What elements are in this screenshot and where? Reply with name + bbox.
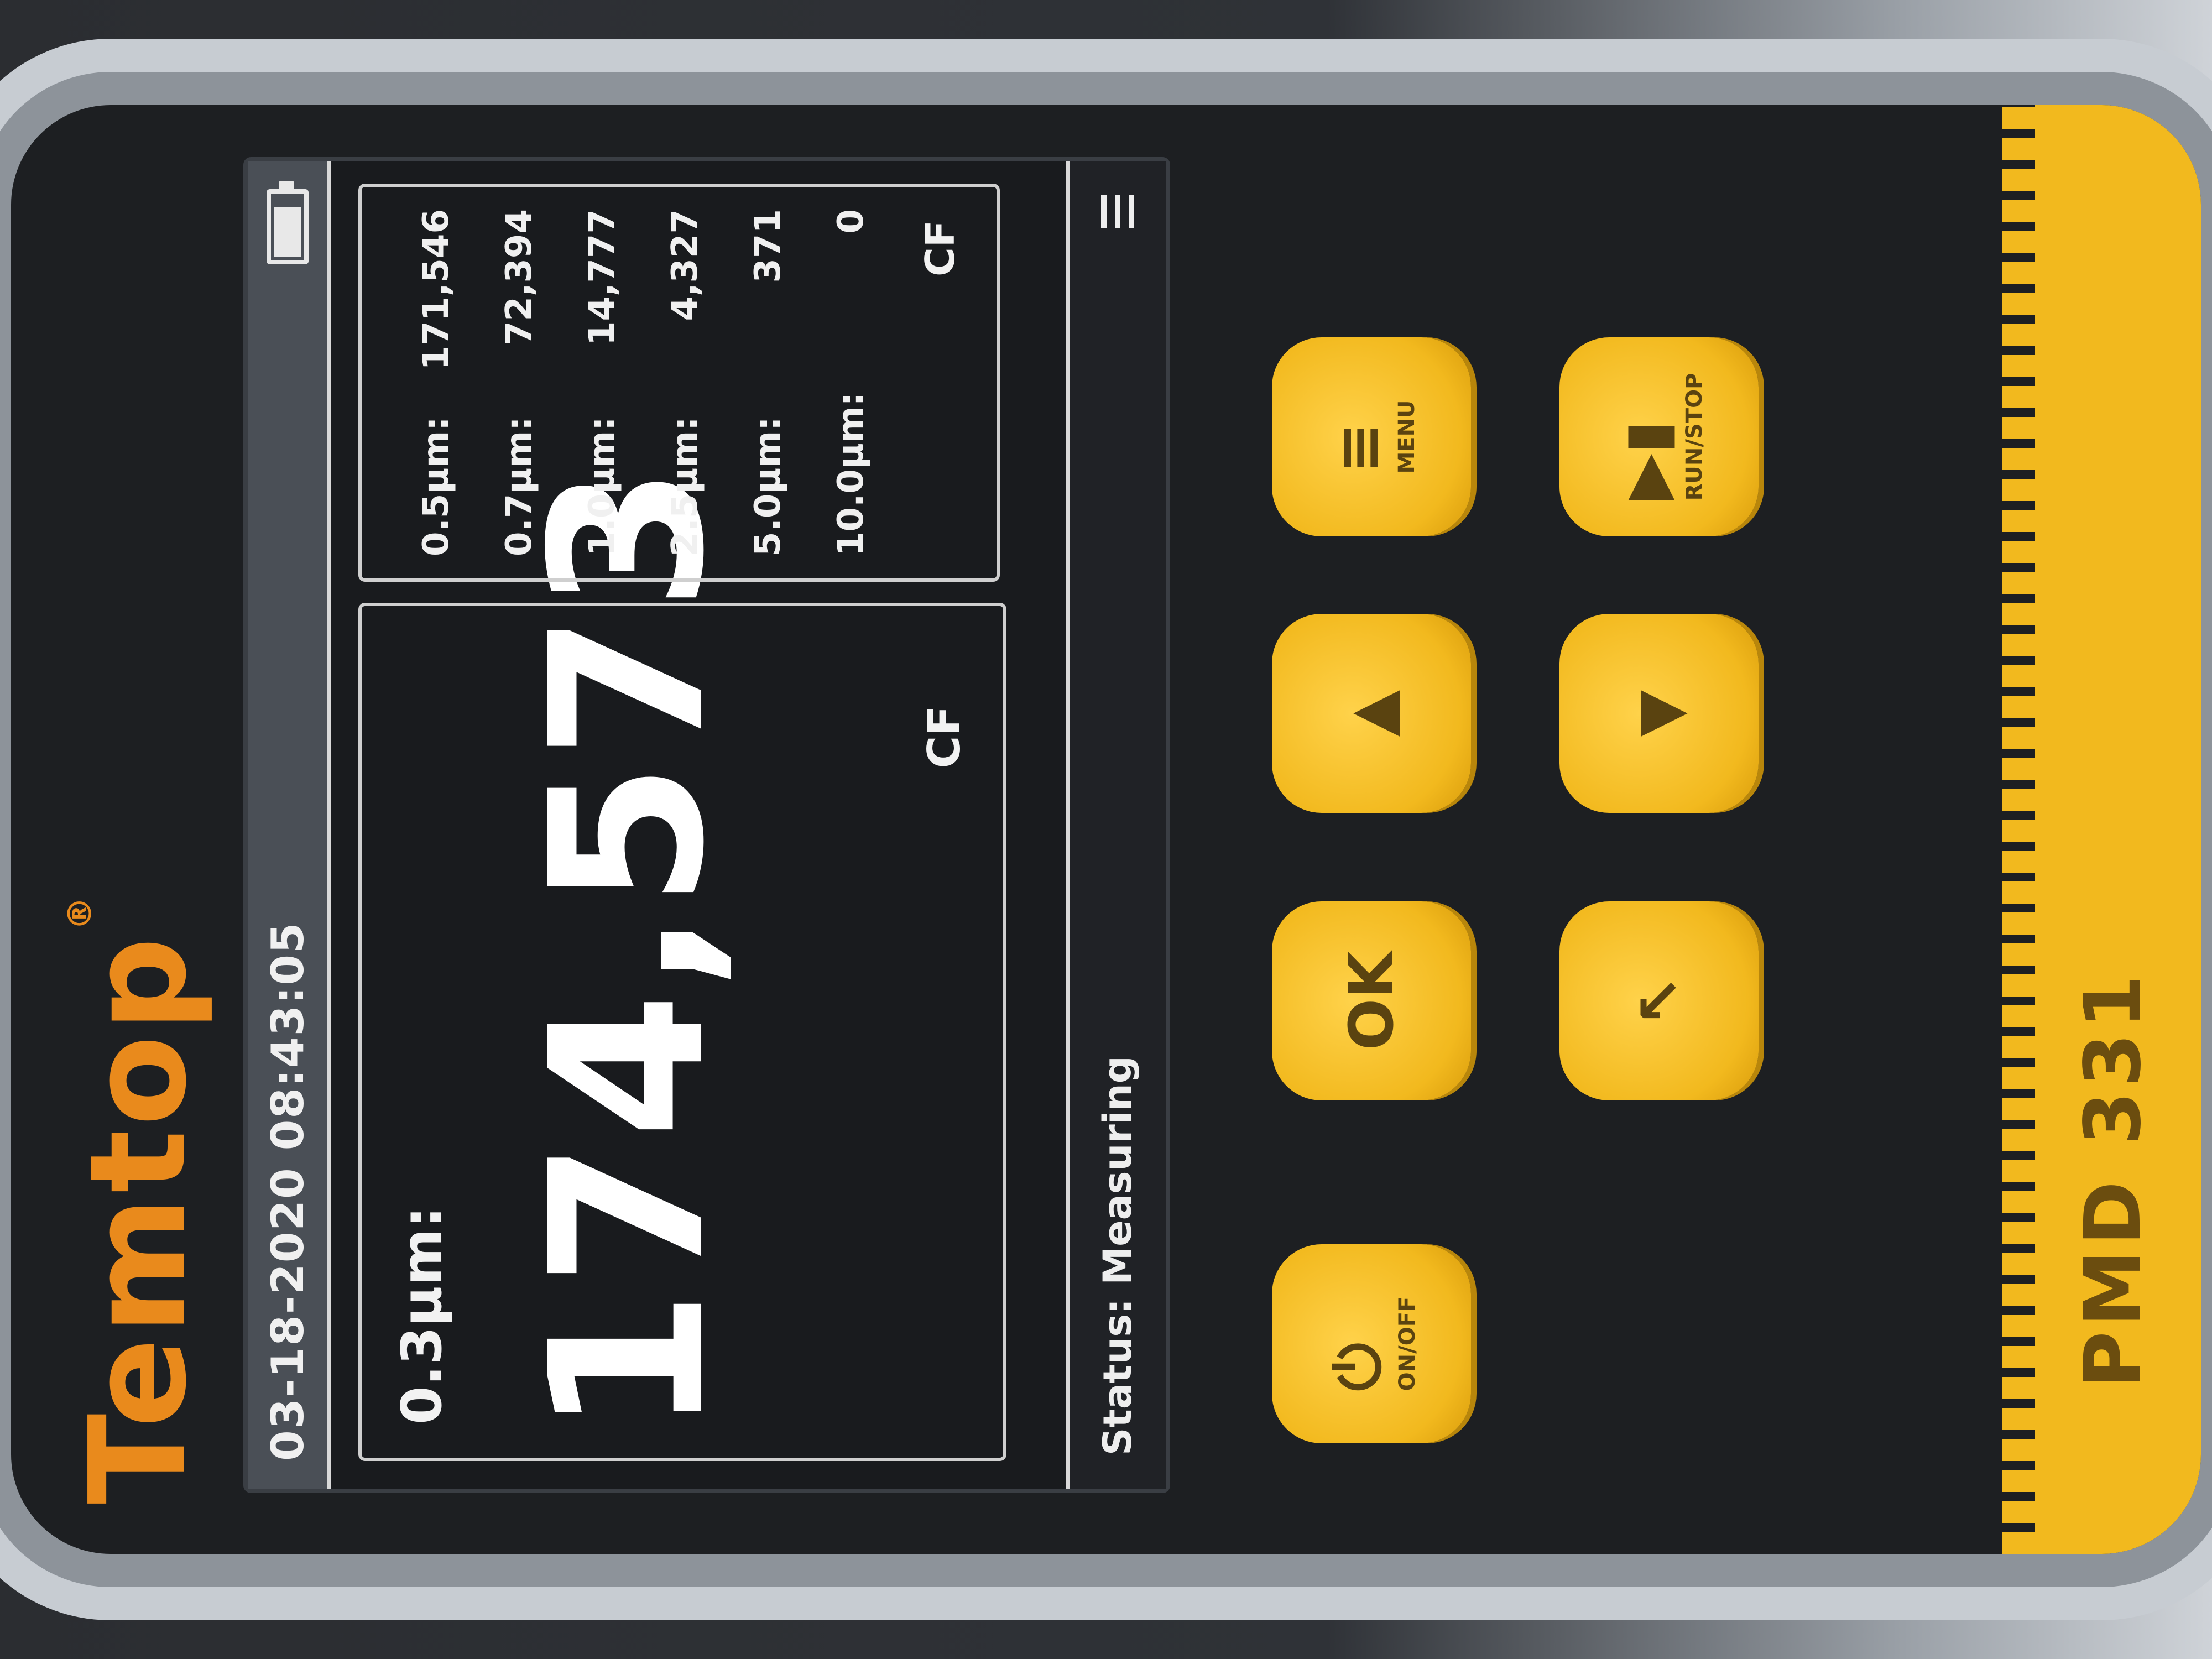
device-footer: PMD 331 [2002,105,2201,1554]
down-button[interactable]: ▼ [1559,614,1759,813]
main-reading-panel: 0.3μm: 174,573 CF [358,463,1006,1461]
photo-scene: Temtop® 03-18-2020 08:43:05 0.3μm: 174,5… [0,0,2212,1659]
back-arrow-icon: ↖ [1624,975,1694,1027]
menu-button[interactable]: ≡ MENU [1272,337,1471,536]
main-size-label: 0.3μm: [389,1206,454,1425]
display-screen: 03-18-2020 08:43:05 0.3μm: 174,573 CF 0.… [243,157,1170,1493]
main-value: 174,573 [505,463,750,1436]
up-arrow-icon: ▲ [1336,690,1407,737]
down-arrow-icon: ▼ [1624,690,1694,737]
side-unit: CF [917,220,963,277]
brand-logo: Temtop® [61,893,216,1504]
status-bar: Status: Measuring [1066,161,1166,1489]
back-button[interactable]: ↖ [1559,901,1759,1100]
battery-icon [267,189,309,264]
channel-list-panel: 0.5μm: 171,546 0.7μm: 72,394 1.0μm: 14,7… [358,184,1000,582]
datetime-readout: 03-18-2020 08:43:05 [262,921,314,1461]
keypad: ⏻ ON/OFF OK ▲ ≡ MENU ↖ ▼ ▶▮ RUN/STOP [1272,227,1991,1443]
footer-stripes [2002,105,2035,1554]
menu-icon [1101,195,1134,228]
channel-row: 2.5μm: 4,327 [665,209,706,556]
run-stop-button[interactable]: ▶▮ RUN/STOP [1559,337,1759,536]
particle-counter-device: Temtop® 03-18-2020 08:43:05 0.3μm: 174,5… [11,105,2201,1554]
up-button[interactable]: ▲ [1272,614,1471,813]
main-unit: CF [919,706,970,769]
power-button[interactable]: ⏻ ON/OFF [1272,1244,1471,1443]
channel-row: 0.7μm: 72,394 [499,209,540,556]
menu-lines-icon: ≡ [1323,422,1394,474]
status-text: Status: Measuring [1095,1056,1140,1455]
channel-row: 1.0μm: 14,777 [582,209,623,556]
model-label: PMD 331 [2068,970,2158,1388]
play-pause-icon: ▶▮ [1611,420,1682,501]
screen-topbar: 03-18-2020 08:43:05 [248,161,331,1489]
channel-row: 5.0μm: 371 [748,209,789,556]
channel-row: 10.0μm: 0 [831,209,872,556]
ok-button[interactable]: OK [1272,901,1471,1100]
channel-row: 0.5μm: 171,546 [416,209,457,556]
